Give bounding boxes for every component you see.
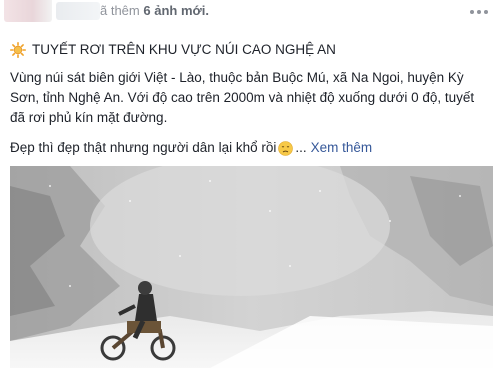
post-line-2-text: Đẹp thì đẹp thật nhưng người dân lại khổ… bbox=[10, 140, 277, 155]
post-title-line: TUYẾT RƠI TRÊN KHU VỰC NÚI CAO NGHỆ AN bbox=[10, 40, 490, 60]
post-title: TUYẾT RƠI TRÊN KHU VỰC NÚI CAO NGHỆ AN bbox=[32, 42, 336, 57]
post-content: TUYẾT RƠI TRÊN KHU VỰC NÚI CAO NGHỆ AN V… bbox=[10, 40, 490, 158]
sad-face-icon bbox=[278, 140, 294, 156]
snowy-mountain-road-photo bbox=[10, 166, 493, 368]
post-line-2: Đẹp thì đẹp thật nhưng người dân lại khổ… bbox=[10, 138, 490, 158]
poster-name-blurred[interactable] bbox=[56, 2, 100, 20]
photo-count[interactable]: 6 ảnh mới. bbox=[143, 3, 209, 18]
facebook-post: ã thêm 6 ảnh mới. TUYẾT RƠI TRÊN KHU VỰC… bbox=[0, 0, 503, 368]
post-photo[interactable] bbox=[10, 166, 493, 368]
meta-action: ã thêm bbox=[100, 3, 140, 18]
post-body: Vùng núi sát biên giới Việt - Lào, thuộc… bbox=[10, 70, 475, 125]
post-header: ã thêm 6 ảnh mới. bbox=[0, 0, 503, 34]
sun-icon bbox=[10, 42, 26, 58]
post-meta: ã thêm 6 ảnh mới. bbox=[100, 3, 209, 18]
ellipsis: ... bbox=[295, 140, 307, 155]
more-dots-icon[interactable] bbox=[466, 2, 492, 20]
see-more-link[interactable]: Xem thêm bbox=[311, 138, 373, 158]
avatar[interactable] bbox=[4, 0, 52, 22]
